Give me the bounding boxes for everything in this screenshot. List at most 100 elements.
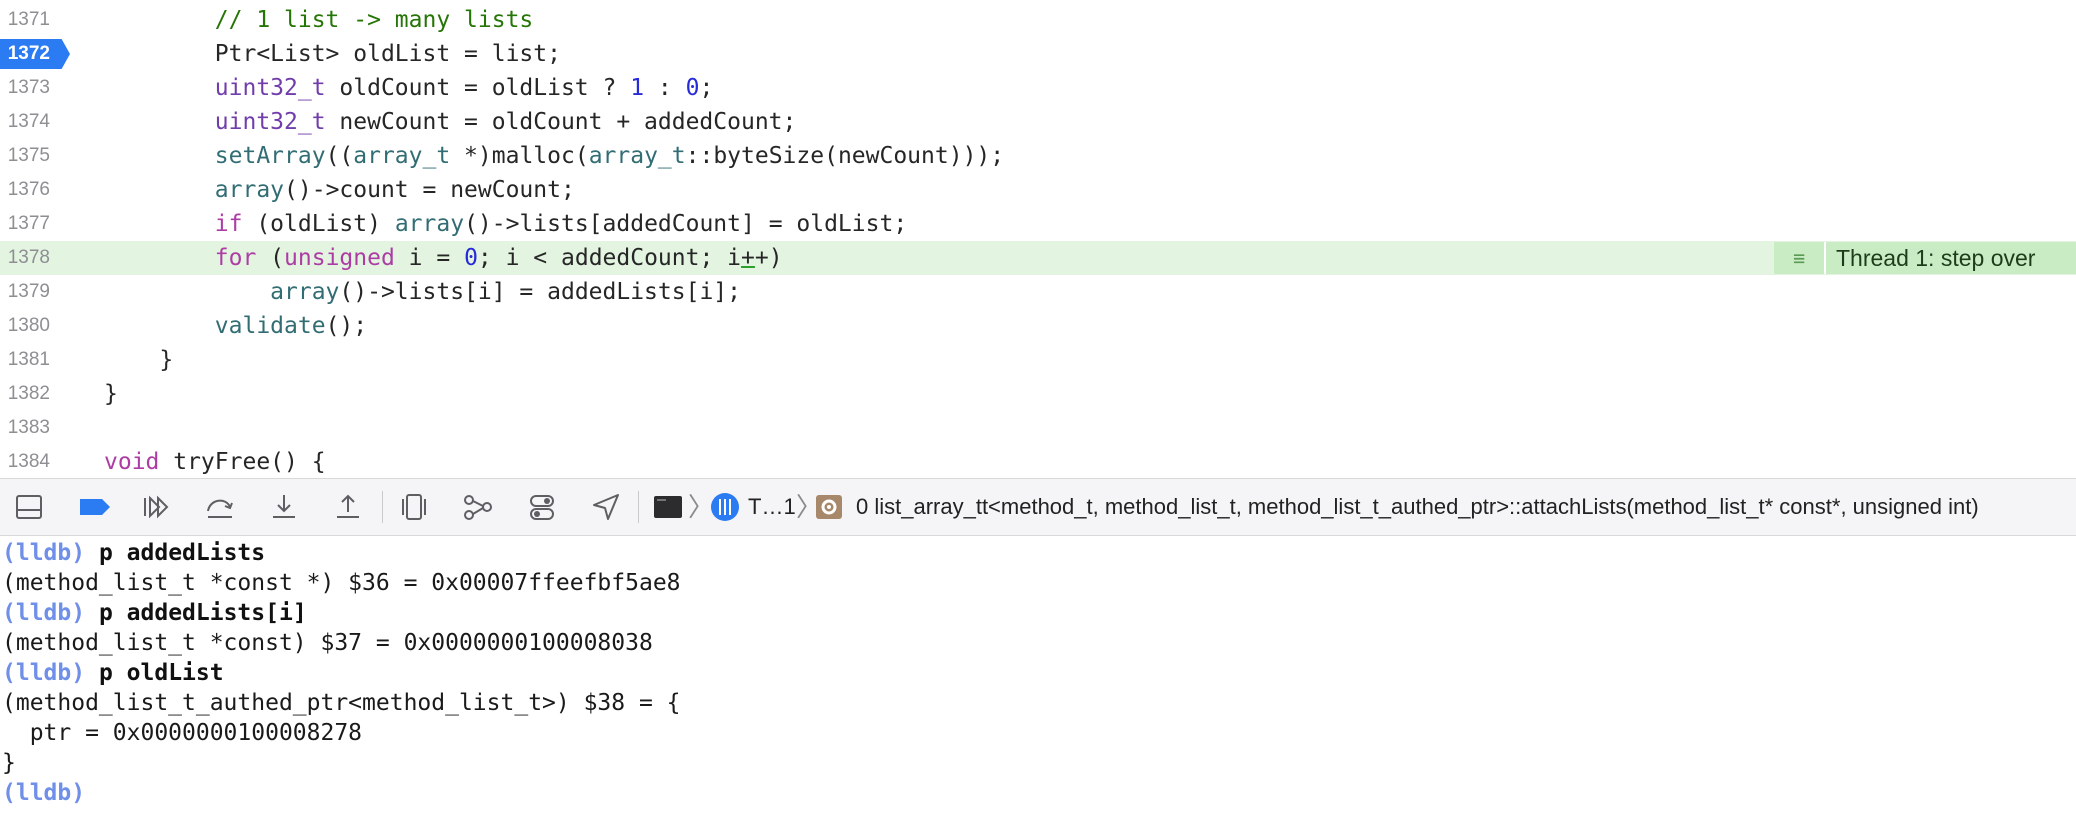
line-number[interactable]: 1378	[0, 241, 50, 275]
number-token: 0	[685, 75, 700, 101]
identifier-token: array	[270, 279, 340, 305]
lldb-prompt: (lldb)	[2, 600, 86, 626]
line-number[interactable]: 1383	[0, 411, 50, 445]
console-command-line: (lldb)	[2, 778, 99, 808]
code-text: if (oldList) array()->lists[addedCount] …	[104, 207, 907, 241]
code-line[interactable]: 1372 Ptr<List> oldList = list;	[0, 37, 2076, 71]
debug-bar: 〉 T…1 〉 0 list_array_tt<method_t, method…	[0, 478, 2076, 536]
thread-crumb[interactable]: T…1	[748, 479, 796, 535]
identifier-token: validate	[214, 313, 326, 339]
code-text: Ptr<List> oldList = list;	[104, 37, 561, 71]
process-crumb[interactable]	[654, 491, 682, 523]
frame-crumb[interactable]: 0 list_array_tt<method_t, method_list_t,…	[856, 479, 1979, 535]
thread-crumb-icon-wrap[interactable]	[710, 491, 740, 523]
code-text: for (unsigned i = 0; i < addedCount; i++…	[104, 241, 783, 275]
console-output-line: ptr = 0x0000000100008278	[2, 720, 363, 746]
line-number[interactable]: 1375	[0, 139, 50, 173]
keyword-token: unsigned	[284, 245, 395, 271]
program-counter-marker[interactable]: 1372	[0, 39, 70, 69]
line-number[interactable]: 1382	[0, 377, 50, 411]
code-token: ();	[325, 313, 368, 339]
debug-view-hierarchy-button[interactable]	[398, 491, 430, 523]
code-line[interactable]: 1376 array()->count = newCount;	[0, 173, 2076, 207]
current-code-line[interactable]: 1378 for (unsigned i = 0; i < addedCount…	[0, 241, 2076, 275]
breakpoints-toggle-button[interactable]	[76, 491, 116, 523]
code-token: ; i < addedCount; i	[477, 245, 742, 271]
continue-button[interactable]	[140, 491, 172, 523]
environment-overrides-button[interactable]	[526, 491, 558, 523]
code-line[interactable]: 1380 validate();	[0, 309, 2076, 343]
type-token: uint32_t	[214, 75, 326, 101]
simulate-location-button[interactable]	[590, 491, 622, 523]
code-token: +)	[754, 245, 783, 271]
terminal-icon	[654, 496, 682, 518]
source-editor[interactable]: 1371 // 1 list -> many lists 1372 Ptr<Lis…	[0, 0, 2076, 478]
code-token: ()->count = newCount;	[284, 177, 575, 203]
lldb-prompt: (lldb)	[2, 540, 86, 566]
line-number[interactable]: 1376	[0, 173, 50, 207]
keyword-token: if	[214, 211, 243, 237]
line-number[interactable]: 1373	[0, 71, 50, 105]
code-line[interactable]: 1371 // 1 list -> many lists	[0, 3, 2076, 37]
thread-badge-label: Thread 1: step over	[1836, 245, 2036, 271]
code-token: }	[104, 381, 118, 407]
console-output-line: (method_list_t *const *) $36 = 0x00007ff…	[2, 570, 681, 596]
console-output-line: }	[2, 750, 16, 776]
identifier-token: array_t	[588, 143, 686, 169]
code-token: (	[256, 245, 285, 271]
code-text: }	[104, 377, 118, 411]
thread-icon	[711, 493, 739, 521]
lldb-command: p oldList	[98, 660, 224, 686]
code-token: Ptr<List> oldList = list;	[214, 41, 561, 67]
line-number[interactable]: 1374	[0, 105, 50, 139]
code-token: newCount = oldCount + addedCount;	[325, 109, 797, 135]
toggles-icon	[530, 495, 554, 520]
step-over-button[interactable]	[204, 491, 236, 523]
code-text: uint32_t oldCount = oldList ? 1 : 0;	[104, 71, 714, 105]
code-line[interactable]: 1384 void tryFree() {	[0, 445, 2076, 478]
code-line[interactable]: 1377 if (oldList) array()->lists[addedCo…	[0, 207, 2076, 241]
line-number[interactable]: 1379	[0, 275, 50, 309]
debug-memory-graph-button[interactable]	[462, 491, 494, 523]
keyword-token: void	[104, 449, 160, 475]
code-line[interactable]: 1379 array()->lists[i] = addedLists[i];	[0, 275, 2076, 309]
line-number[interactable]: 1384	[0, 445, 50, 478]
code-line[interactable]: 1383	[0, 411, 2076, 445]
line-number[interactable]: 1381	[0, 343, 50, 377]
code-token: ()->lists[addedCount] = oldList;	[464, 211, 908, 237]
code-text: setArray((array_t *)malloc(array_t::byte…	[104, 139, 1004, 173]
code-line[interactable]: 1373 uint32_t oldCount = oldList ? 1 : 0…	[0, 71, 2076, 105]
code-token: *)malloc(	[450, 143, 589, 169]
memory-graph-icon	[464, 495, 492, 520]
step-into-icon	[273, 495, 295, 518]
lldb-console[interactable]: (lldb) p addedLists (method_list_t *const…	[0, 536, 2076, 816]
step-out-button[interactable]	[332, 491, 364, 523]
line-number[interactable]: 1371	[0, 3, 50, 37]
code-line[interactable]: 1375 setArray((array_t *)malloc(array_t:…	[0, 139, 2076, 173]
code-token: ()->lists[i] = addedLists[i];	[339, 279, 741, 305]
code-line[interactable]: 1374 uint32_t newCount = oldCount + adde…	[0, 105, 2076, 139]
number-token: 0	[464, 245, 478, 271]
identifier-token: array	[214, 177, 285, 203]
line-number[interactable]: 1380	[0, 309, 50, 343]
code-line[interactable]: 1382}	[0, 377, 2076, 411]
code-token: :	[644, 75, 686, 101]
comment-token: // 1 list -> many lists	[214, 7, 534, 33]
thread-step-badge[interactable]: ≡ Thread 1: step over	[1774, 242, 2076, 274]
code-text: uint32_t newCount = oldCount + addedCoun…	[104, 105, 797, 139]
code-text: array()->lists[i] = addedLists[i];	[104, 275, 741, 309]
line-number[interactable]: 1377	[0, 207, 50, 241]
hide-debug-area-button[interactable]	[14, 491, 46, 523]
code-line[interactable]: 1381 }	[0, 343, 2076, 377]
step-into-button[interactable]	[268, 491, 300, 523]
